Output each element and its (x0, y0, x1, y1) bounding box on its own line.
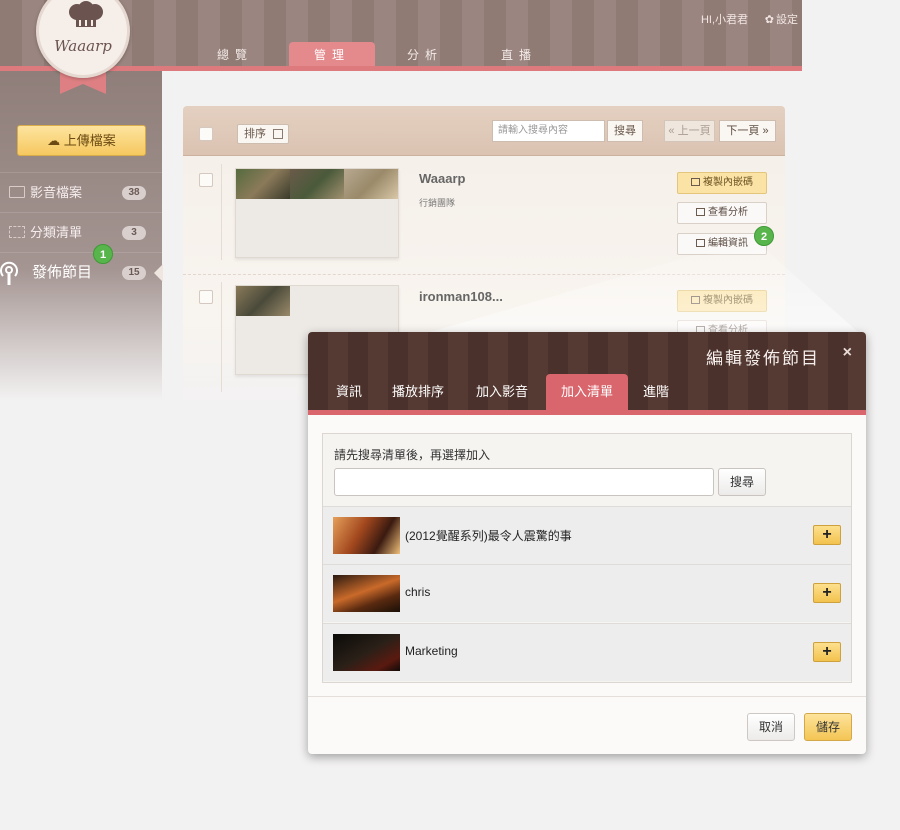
list-name: chris (405, 585, 431, 599)
list-item: (2012覺醒系列)最令人震驚的事 + (323, 506, 851, 564)
cloud-upload-icon: ☁ (47, 133, 64, 148)
list-item: Marketing + (323, 623, 851, 681)
next-page-button[interactable]: 下一頁 » (719, 120, 776, 142)
list-search-button[interactable]: 搜尋 (718, 468, 766, 496)
sidebar-item-label: 影音檔案 (30, 185, 83, 200)
add-list-button[interactable]: + (813, 525, 841, 545)
list-toolbar: 排序 請輸入搜尋內容 搜尋 « 上一頁 下一頁 » (183, 106, 785, 156)
tab-live[interactable]: 直播 (476, 42, 562, 66)
search-input[interactable]: 請輸入搜尋內容 (492, 120, 605, 142)
add-list-panel: 請先搜尋清單後，再選擇加入 搜尋 (2012覺醒系列)最令人震驚的事 + chr… (322, 433, 852, 683)
thumbnail-frame (236, 169, 290, 199)
settings-link[interactable]: ✿ 設定 (765, 11, 798, 27)
dialog-footer: 取消 儲存 (308, 696, 866, 754)
video-title[interactable]: ironman108... (419, 289, 503, 304)
select-all-checkbox[interactable] (199, 127, 213, 141)
add-list-button[interactable]: + (813, 642, 841, 662)
sidebar: ☁ 上傳檔案 影音檔案 38 分類清單 3 發佈節目 15 (0, 71, 162, 400)
tab-overview[interactable]: 總覽 (192, 42, 278, 66)
search-button[interactable]: 搜尋 (607, 120, 643, 142)
sort-button[interactable]: 排序 (237, 124, 289, 144)
dialog-title: 編輯發佈節目 (706, 349, 820, 368)
edit-program-dialog: 編輯發佈節目 × 資訊 播放排序 加入影音 加入清單 進階 請先搜尋清單後，再選… (308, 332, 866, 754)
sidebar-item-publish[interactable]: 發佈節目 15 (0, 252, 162, 292)
sidebar-item-label: 發佈節目 (32, 264, 93, 281)
thumbnail-frame (290, 169, 344, 199)
tab-playback-order[interactable]: 播放排序 (382, 374, 454, 410)
action-label: 編輯資訊 (708, 238, 748, 249)
action-label: 複製內嵌碼 (703, 295, 753, 306)
upload-label: 上傳檔案 (63, 133, 116, 148)
row-checkbox[interactable] (199, 290, 213, 304)
action-label: 複製內嵌碼 (703, 177, 753, 188)
chef-hat-icon (69, 1, 103, 27)
bar-chart-icon (696, 208, 705, 216)
dialog-header-divider (308, 410, 866, 415)
film-icon (9, 186, 25, 198)
copy-embed-button[interactable]: 複製內嵌碼 (677, 172, 767, 194)
action-label: 查看分析 (708, 207, 748, 218)
save-button[interactable]: 儲存 (804, 713, 852, 741)
list-name: (2012覺醒系列)最令人震驚的事 (405, 529, 572, 543)
user-greeting[interactable]: HI,小君君 (701, 11, 748, 27)
list-item: chris + (323, 564, 851, 622)
count-badge: 3 (122, 226, 146, 240)
list-thumbnail (333, 517, 400, 554)
tab-advanced[interactable]: 進階 (634, 374, 678, 410)
sidebar-item-label: 分類清單 (30, 225, 83, 240)
embed-icon (691, 178, 700, 186)
search-hint: 請先搜尋清單後，再選擇加入 (334, 448, 491, 462)
row-divider (221, 282, 222, 392)
view-analytics-button[interactable]: 查看分析 (677, 202, 767, 224)
tab-add-list[interactable]: 加入清單 (546, 374, 628, 410)
video-category: 行銷團隊 (419, 198, 456, 208)
close-icon[interactable]: × (843, 344, 852, 362)
list-thumbnail (333, 634, 400, 671)
video-thumbnail[interactable] (235, 168, 399, 258)
copy-embed-button[interactable]: 複製內嵌碼 (677, 290, 767, 312)
step-marker-1: 1 (93, 244, 113, 264)
step-marker-2: 2 (754, 226, 774, 246)
tab-add-media[interactable]: 加入影音 (466, 374, 538, 410)
sort-label: 排序 (244, 128, 266, 140)
thumbnail-frame (344, 169, 398, 199)
sort-icon (273, 129, 283, 139)
tab-analytics[interactable]: 分析 (382, 42, 468, 66)
count-badge: 38 (122, 186, 146, 200)
edit-icon (696, 239, 705, 247)
gear-icon: ✿ (764, 14, 774, 26)
active-pointer (154, 264, 163, 282)
count-badge: 15 (122, 266, 146, 280)
row-checkbox[interactable] (199, 173, 213, 187)
embed-icon (691, 296, 700, 304)
settings-label: 設定 (776, 14, 798, 26)
video-title[interactable]: Waaarp (419, 171, 465, 186)
list-name: Marketing (405, 644, 458, 658)
add-list-button[interactable]: + (813, 583, 841, 603)
tab-manage[interactable]: 管理 (289, 42, 375, 66)
list-search-input[interactable] (334, 468, 714, 496)
row-divider (221, 164, 222, 260)
sidebar-item-media[interactable]: 影音檔案 38 (0, 172, 162, 212)
list-thumbnail (333, 575, 400, 612)
logo-text: Waaarp (54, 37, 112, 55)
sidebar-item-lists[interactable]: 分類清單 3 (0, 212, 162, 252)
cancel-button[interactable]: 取消 (747, 713, 795, 741)
podcast-icon (0, 261, 18, 285)
tab-info[interactable]: 資訊 (324, 374, 374, 410)
prev-page-button[interactable]: « 上一頁 (664, 120, 715, 142)
list-icon (9, 226, 25, 238)
row-separator (183, 274, 785, 275)
thumbnail-frame (236, 286, 290, 316)
upload-button[interactable]: ☁ 上傳檔案 (17, 125, 146, 156)
